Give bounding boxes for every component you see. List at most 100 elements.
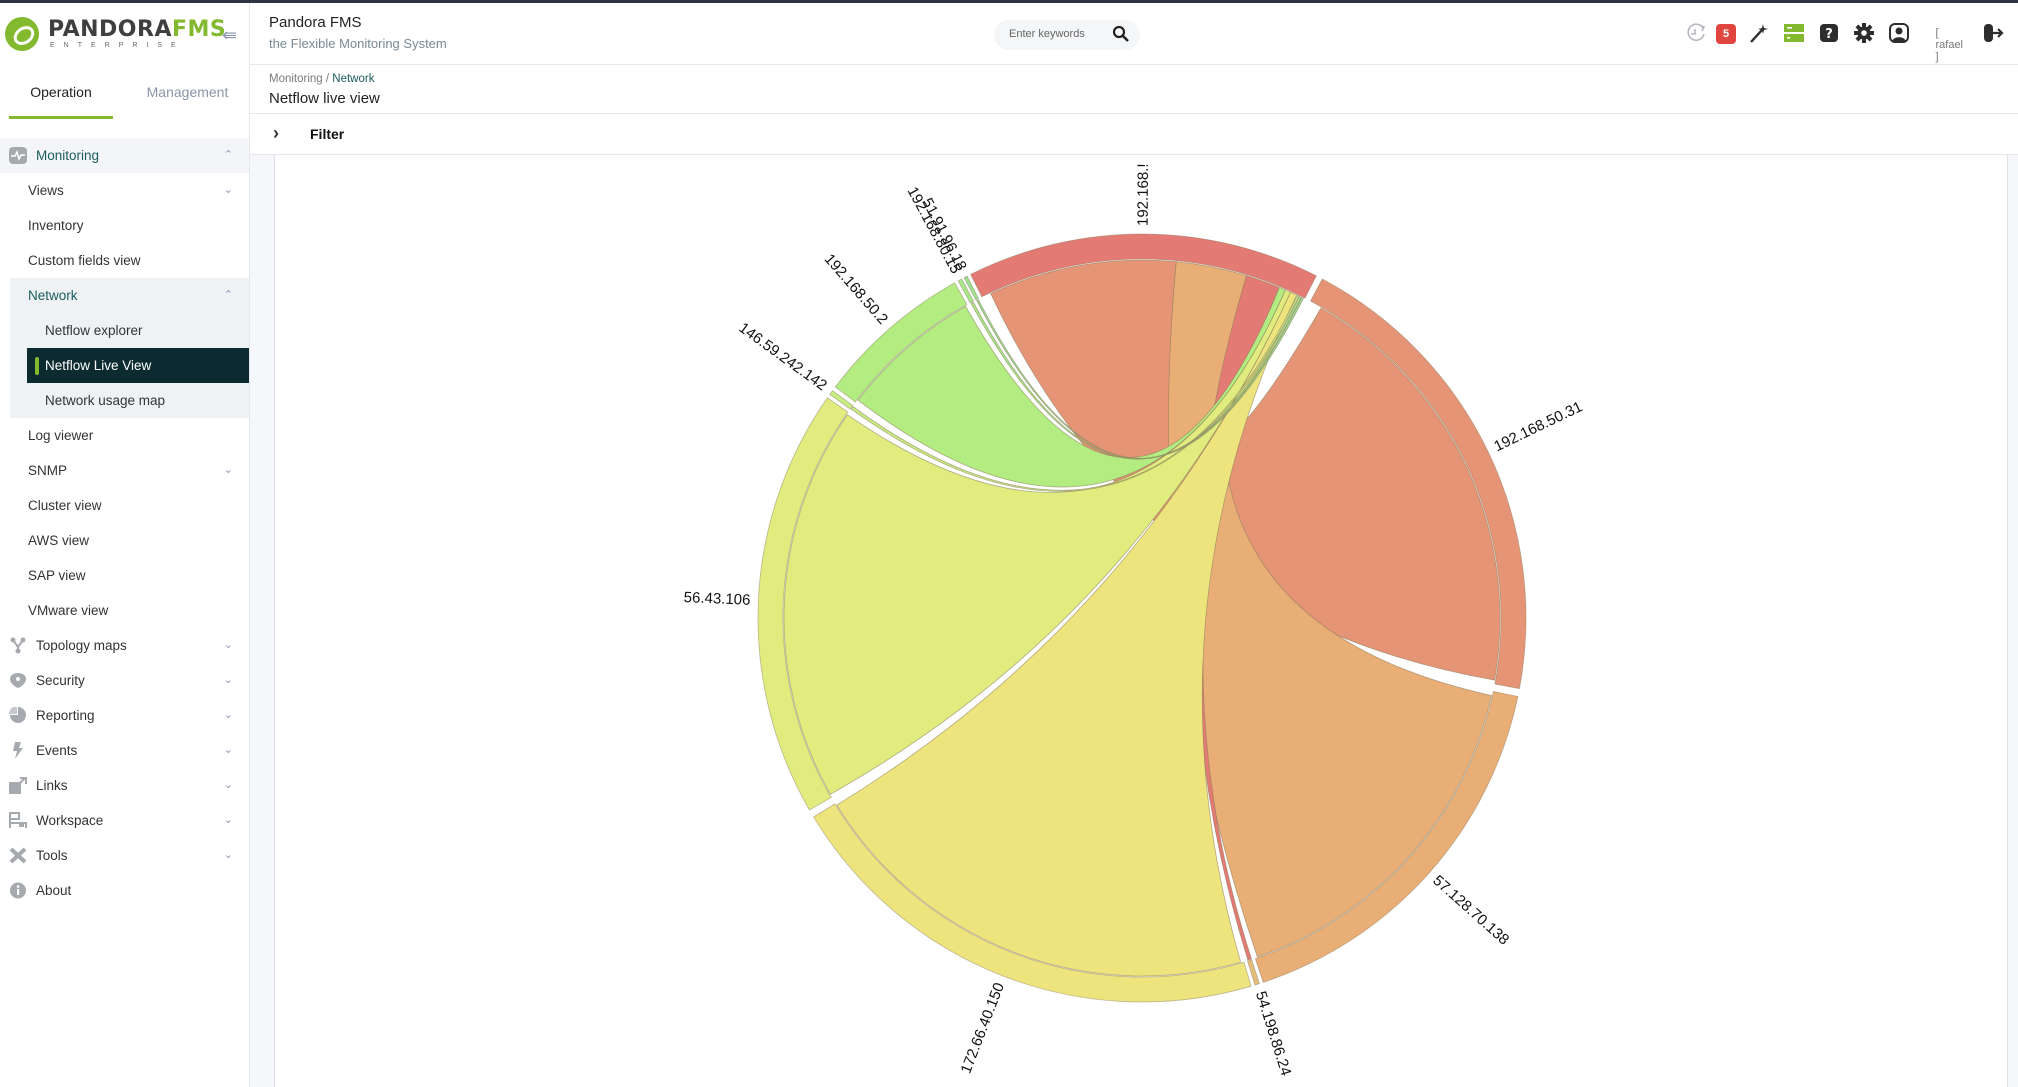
sidebar-item-custom-fields-view[interactable]: Custom fields view (10, 243, 249, 278)
notifications-badge[interactable]: 5 (1716, 24, 1736, 44)
search-input[interactable]: Enter keywords (994, 20, 1140, 50)
group-label: 56.43.106 (683, 589, 750, 609)
sidebar-item-network[interactable]: Network ⌃ (10, 278, 249, 313)
logo-sub: ENTERPRISE (50, 42, 185, 49)
chevron-down-icon: ⌄ (223, 779, 233, 791)
sidebar-item-label: Security (36, 673, 85, 688)
sidebar-item-tools[interactable]: Tools ⌄ (0, 838, 249, 873)
sidebar-item-reporting[interactable]: Reporting ⌄ (0, 698, 249, 733)
sidebar-item-sap-view[interactable]: SAP view (10, 558, 249, 593)
chevron-down-icon: ⌄ (223, 744, 233, 756)
sidebar-item-views[interactable]: Views ⌄ (10, 173, 249, 208)
sidebar-item-label: Reporting (36, 708, 95, 723)
logout-icon[interactable] (1982, 22, 2004, 44)
app-subtitle: the Flexible Monitoring System (269, 36, 447, 51)
sidebar-item-label: Network usage map (45, 393, 166, 408)
chevron-down-icon: ⌄ (223, 814, 233, 826)
group-label: 146.59.242.142 (736, 319, 830, 394)
sidebar: PANDORAFMS ENTERPRISE ⇚ Operation Manage… (0, 3, 250, 1087)
search-icon[interactable] (1112, 25, 1130, 43)
sidebar-item-netflow-explorer[interactable]: Netflow explorer (10, 313, 249, 348)
sidebar-item-label: Monitoring (36, 148, 100, 163)
sidebar-item-label: Netflow Live View (45, 358, 152, 373)
chevron-down-icon: ⌄ (223, 849, 233, 861)
sidebar-item-vmware-view[interactable]: VMware view (10, 593, 249, 628)
sidebar-item-label: SAP view (28, 568, 86, 583)
breadcrumb-parent[interactable]: Monitoring / (269, 73, 332, 85)
sidebar-item-monitoring[interactable]: Monitoring ⌃ (0, 138, 249, 173)
sidebar-item-label: Links (36, 778, 68, 793)
shield-icon (9, 672, 27, 689)
external-link-icon (9, 777, 27, 794)
sidebar-item-label: Custom fields view (28, 253, 141, 268)
monitoring-submenu: Views ⌄ Inventory Custom fields view Netw… (10, 173, 249, 628)
sidebar-item-network-usage-map[interactable]: Network usage map (10, 383, 249, 418)
breadcrumb-current[interactable]: Network (332, 73, 374, 85)
chevron-down-icon: ⌄ (223, 464, 233, 476)
chevron-down-icon: ⌄ (223, 674, 233, 686)
tools-icon (9, 847, 27, 864)
search-placeholder: Enter keywords (1009, 28, 1085, 40)
filter-toggle[interactable]: › Filter (250, 114, 2018, 155)
monitoring-icon (9, 147, 27, 164)
sidebar-item-events[interactable]: Events ⌄ (0, 733, 249, 768)
collapse-sidebar-icon[interactable]: ⇚ (222, 25, 237, 46)
pandora-logo-icon (5, 17, 39, 51)
sidebar-item-label: Netflow explorer (45, 323, 143, 338)
sidebar-item-links[interactable]: Links ⌄ (0, 768, 249, 803)
logo[interactable]: PANDORAFMS ENTERPRISE (0, 3, 250, 65)
group-label: 54.198.86.24 (1252, 989, 1294, 1078)
sidebar-item-label: VMware view (28, 603, 109, 618)
chevron-right-icon: › (273, 123, 279, 143)
sidebar-item-log-viewer[interactable]: Log viewer (10, 418, 249, 453)
sidebar-item-aws-view[interactable]: AWS view (10, 523, 249, 558)
sidebar-item-netflow-live-view[interactable]: Netflow Live View (27, 348, 249, 383)
workspace-icon (9, 812, 27, 829)
sidebar-item-inventory[interactable]: Inventory (10, 208, 249, 243)
filter-label: Filter (310, 126, 345, 142)
lightning-icon (9, 742, 27, 759)
username[interactable]: [ rafael ] (1935, 27, 1963, 63)
magic-wand-icon[interactable] (1748, 22, 1770, 44)
chevron-down-icon: ⌄ (223, 184, 233, 196)
server-icon[interactable] (1783, 22, 1805, 44)
sidebar-item-label: Cluster view (28, 498, 102, 513)
logo-accent: FMS (171, 17, 227, 42)
sidebar-item-label: Log viewer (28, 428, 94, 443)
help-icon[interactable]: ? (1818, 22, 1840, 44)
sidebar-item-cluster-view[interactable]: Cluster view (10, 488, 249, 523)
pie-icon (9, 706, 27, 724)
sidebar-item-label: Network (28, 288, 78, 303)
sidebar-item-workspace[interactable]: Workspace ⌄ (0, 803, 249, 838)
sidebar-menu: Monitoring ⌃ Views ⌄ Inventory Custom fie… (0, 138, 249, 908)
tab-management[interactable]: Management (125, 75, 250, 119)
ribbons (783, 259, 1501, 977)
group-label: 172.66.40.150 (958, 980, 1008, 1076)
group-label: 57.128.70.138 (1429, 872, 1512, 949)
settings-icon[interactable] (1853, 22, 1875, 44)
main-content: Monitoring / Network Netflow live view ›… (250, 65, 2018, 1087)
sidebar-item-label: About (36, 883, 72, 898)
app-title: Pandora FMS (269, 14, 362, 31)
sidebar-item-topology-maps[interactable]: Topology maps ⌄ (0, 628, 249, 663)
group-label: 192.168.! (1135, 163, 1152, 226)
network-submenu: Netflow explorer Netflow Live View Netwo… (10, 313, 249, 418)
logo-main: PANDORA (48, 17, 172, 42)
topology-icon (9, 637, 27, 654)
history-icon[interactable] (1685, 22, 1707, 44)
sidebar-item-label: Events (36, 743, 78, 758)
info-icon (9, 882, 27, 899)
sidebar-tabs: Operation Management (0, 75, 250, 119)
user-icon[interactable] (1888, 22, 1910, 44)
chord-diagram: 192.168.! 192.168.50.31 57.128.70.138 54.19… (683, 163, 1585, 1078)
svg-text:?: ? (1825, 27, 1833, 42)
sidebar-item-label: Views (28, 183, 64, 198)
tab-operation[interactable]: Operation (9, 75, 113, 119)
chevron-up-icon: ⌃ (223, 149, 233, 161)
sidebar-item-label: SNMP (28, 463, 68, 478)
sidebar-item-security[interactable]: Security ⌄ (0, 663, 249, 698)
chevron-up-icon: ⌃ (223, 289, 233, 301)
sidebar-item-about[interactable]: About (0, 873, 249, 908)
sidebar-item-snmp[interactable]: SNMP ⌄ (10, 453, 249, 488)
group-label: 192.168.50.31 (1491, 398, 1585, 455)
